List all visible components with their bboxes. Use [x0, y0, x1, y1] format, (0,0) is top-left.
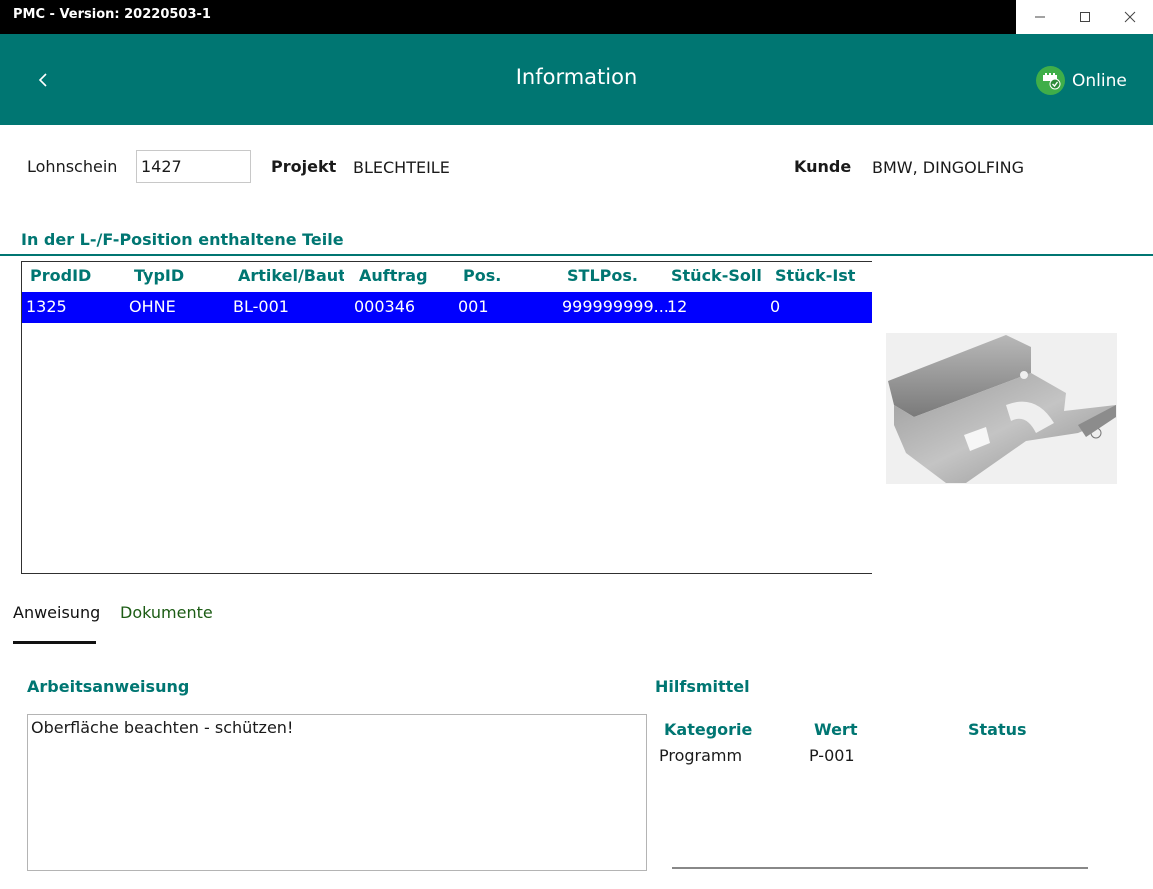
maximize-icon: [1080, 12, 1090, 22]
column-header-stlpos[interactable]: STLPos.: [567, 266, 667, 285]
column-header-auftrag[interactable]: Auftrag: [359, 266, 459, 285]
cell-stlpos: 999999999...: [562, 297, 669, 316]
kunde-value: BMW, DINGOLFING: [872, 158, 1024, 177]
page-title: Information: [515, 65, 638, 89]
part-image: [886, 333, 1117, 484]
kunde-label: Kunde: [794, 157, 852, 176]
hilfsmittel-title: Hilfsmittel: [655, 677, 750, 696]
close-icon: [1124, 11, 1136, 23]
app-header: Information Online: [0, 34, 1153, 125]
arbeitsanweisung-textarea[interactable]: Oberfläche beachten - schützen!: [27, 714, 647, 871]
column-header-typid[interactable]: TypID: [134, 266, 234, 285]
projekt-label: Projekt: [271, 157, 337, 176]
active-tab-indicator: [13, 641, 96, 644]
column-header-stueck-soll[interactable]: Stück-Soll: [671, 266, 771, 285]
close-button[interactable]: [1107, 0, 1153, 34]
column-header-pos[interactable]: Pos.: [463, 266, 563, 285]
network-check-icon: [1036, 66, 1065, 95]
parts-table[interactable]: ProdID TypID Artikel/Bauteil Auftrag Pos…: [21, 261, 872, 574]
cell-prodid: 1325: [26, 297, 67, 316]
minimize-icon: [1035, 16, 1045, 18]
cell-typid: OHNE: [129, 297, 176, 316]
cell-stueck-ist: 0: [770, 297, 781, 316]
cell-stueck-soll: 12: [667, 297, 688, 316]
table-row[interactable]: 1325 OHNE BL-001 000346 001 999999999...…: [22, 292, 872, 323]
online-status[interactable]: Online: [1036, 66, 1127, 95]
column-header-stueck-ist[interactable]: Stück-Ist: [775, 266, 872, 285]
minimize-button[interactable]: [1017, 0, 1063, 34]
lohnschein-label: Lohnschein: [27, 157, 118, 176]
lohnschein-input[interactable]: 1427: [136, 150, 251, 183]
column-header-artikel[interactable]: Artikel/Bauteil: [238, 266, 344, 285]
maximize-button[interactable]: [1062, 0, 1108, 34]
column-header-prodid[interactable]: ProdID: [30, 266, 130, 285]
cell-auftrag: 000346: [354, 297, 416, 316]
column-header-status[interactable]: Status: [968, 720, 1027, 739]
tab-anweisung[interactable]: Anweisung: [13, 603, 100, 622]
hilfsmittel-scrollbar[interactable]: [672, 867, 1088, 869]
parts-section-title: In der L-/F-Position enthaltene Teile: [21, 230, 344, 249]
tab-dokumente[interactable]: Dokumente: [120, 603, 213, 622]
column-header-kategorie[interactable]: Kategorie: [664, 720, 752, 739]
cell-kategorie: Programm: [659, 746, 743, 765]
window-title: PMC - Version: 20220503-1: [13, 7, 211, 22]
section-divider: [0, 254, 1153, 256]
cell-pos: 001: [458, 297, 489, 316]
column-header-wert[interactable]: Wert: [814, 720, 857, 739]
online-label: Online: [1072, 70, 1127, 91]
projekt-value: BLECHTEILE: [353, 158, 450, 177]
window-titlebar: PMC - Version: 20220503-1: [0, 0, 1153, 34]
cell-artikel: BL-001: [233, 297, 289, 316]
arbeitsanweisung-title: Arbeitsanweisung: [27, 677, 190, 696]
cell-wert: P-001: [809, 746, 855, 765]
